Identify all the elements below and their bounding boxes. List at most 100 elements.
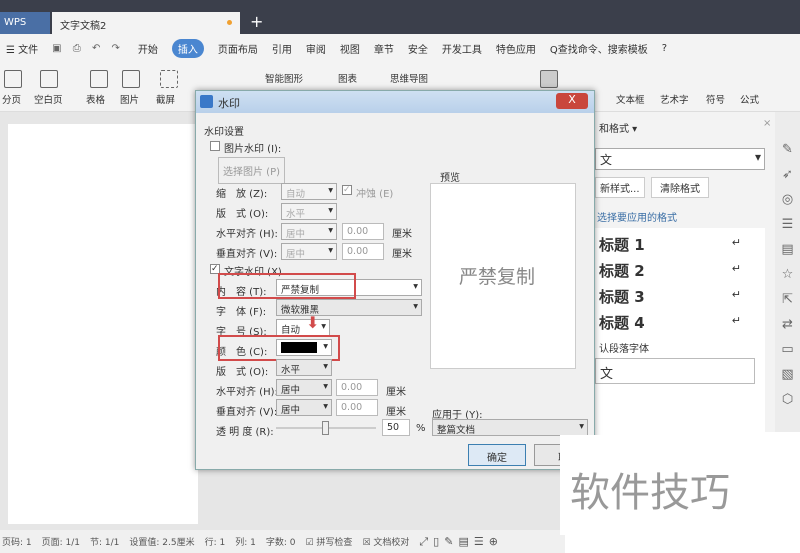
cursor-icon[interactable]: ➶ — [782, 167, 793, 182]
red-arrow-icon: ⬇ — [306, 313, 320, 332]
status-wordcount: 字数: 0 — [265, 538, 296, 548]
smart-art-button[interactable]: 智能图形 — [265, 71, 303, 85]
star-icon[interactable]: ☆ — [782, 267, 794, 282]
text-h-align-select[interactable]: 居中 — [276, 379, 332, 396]
font-label: 字 体 (F): — [216, 307, 267, 318]
table-button[interactable]: 表格 — [86, 92, 105, 106]
scale-select[interactable]: 自动 — [281, 183, 337, 200]
font-select[interactable]: 微软雅黑 — [276, 299, 422, 316]
archive-icon[interactable]: ▭ — [781, 342, 793, 357]
current-style-select[interactable]: 文 — [595, 148, 765, 170]
unit-label: 厘米 — [386, 387, 406, 398]
image-icon[interactable]: ▧ — [781, 367, 793, 382]
file-menu[interactable]: ☰ 文件 — [6, 41, 38, 56]
text-layout-label: 版 式 (O): — [216, 367, 269, 378]
style-heading-1[interactable]: 标题 1 — [599, 234, 645, 255]
status-page: 页码: 1 — [2, 538, 32, 548]
text-v-align-select[interactable]: 居中 — [276, 399, 332, 416]
style-heading-2[interactable]: 标题 2 — [599, 260, 645, 281]
wps-logo-icon — [200, 95, 213, 108]
menu-start[interactable]: 开始 — [138, 41, 158, 56]
pic-h-offset-input[interactable]: 0.00 — [342, 223, 384, 240]
backup-icon[interactable]: ⬡ — [782, 392, 793, 407]
close-icon[interactable]: × — [763, 118, 771, 129]
highlight-box — [218, 273, 356, 299]
choose-picture-button[interactable]: 选择图片 (P) — [218, 157, 286, 184]
close-button[interactable]: X — [556, 93, 588, 109]
textbox-button[interactable]: 文本框 — [616, 92, 645, 106]
search-command[interactable]: Q查找命令、搜索模板 — [550, 41, 648, 56]
menu-security[interactable]: 安全 — [408, 41, 428, 56]
wordart-button[interactable]: 艺术字 — [660, 92, 689, 106]
symbol-button[interactable]: 符号 — [706, 92, 725, 106]
menu-review[interactable]: 审阅 — [306, 41, 326, 56]
doc-proofread-button[interactable]: ☒ 文档校对 — [362, 535, 409, 548]
unsaved-dot-icon — [227, 20, 232, 25]
style-heading-3[interactable]: 标题 3 — [599, 286, 645, 307]
translate-icon[interactable]: ⇄ — [782, 317, 793, 332]
picture-button[interactable]: 图片 — [120, 92, 139, 106]
slider-thumb[interactable] — [322, 421, 329, 435]
ok-button[interactable]: 确定 — [468, 444, 526, 466]
document-tab[interactable]: 文字文稿2 — [52, 12, 240, 34]
pen-icon[interactable]: ✎ — [782, 142, 793, 157]
new-tab-button[interactable]: + — [250, 12, 263, 31]
unit-label: 厘米 — [386, 407, 406, 418]
text-v-offset-input[interactable]: 0.00 — [336, 399, 378, 416]
apply-to-select[interactable]: 整篇文档 — [432, 419, 588, 436]
menu-section[interactable]: 章节 — [374, 41, 394, 56]
style-body[interactable]: 文 — [595, 358, 755, 384]
pic-h-align-select[interactable]: 居中 — [281, 223, 337, 240]
menu-developer[interactable]: 开发工具 — [442, 41, 482, 56]
pic-v-align-select[interactable]: 居中 — [281, 243, 337, 260]
pic-v-offset-input[interactable]: 0.00 — [342, 243, 384, 260]
new-style-button[interactable]: 新样式... — [595, 177, 645, 198]
page-break-button[interactable]: 分页 — [2, 92, 21, 106]
help-button[interactable]: ? — [662, 43, 667, 54]
text-layout-select[interactable]: 水平 — [276, 359, 332, 376]
formula-button[interactable]: 公式 — [740, 92, 759, 106]
picture-watermark-checkbox[interactable] — [210, 141, 220, 151]
washout-checkbox[interactable]: 冲蚀 (E) — [356, 185, 393, 200]
blank-page-button[interactable]: 空白页 — [34, 92, 63, 106]
pic-layout-label: 版 式 (O): — [216, 209, 269, 220]
clear-format-button[interactable]: 清除格式 — [651, 177, 709, 198]
preview-box: 严禁复制 — [430, 183, 576, 369]
document-tab-label: 文字文稿2 — [60, 21, 107, 32]
percent-label: % — [416, 423, 426, 434]
wps-home-tab[interactable]: WPS — [0, 12, 50, 34]
style-hint: 选择要应用的格式 — [597, 213, 677, 224]
document-page[interactable] — [8, 124, 198, 524]
transparency-slider[interactable] — [276, 421, 376, 435]
mindmap-button[interactable]: 思维导图 — [390, 71, 428, 85]
gallery-icon[interactable]: ▤ — [781, 242, 793, 257]
spell-check-button[interactable]: ☑ 拼写检查 — [306, 535, 353, 548]
menu-layout[interactable]: 页面布局 — [218, 41, 258, 56]
screenshot-button[interactable]: 截屏 — [156, 92, 175, 106]
view-mode-icons[interactable]: ⤢▯✎▤☰⊕ — [419, 535, 503, 549]
status-row: 行: 1 — [204, 538, 226, 548]
screenshot-icon — [160, 70, 178, 88]
quick-access-toolbar[interactable]: ▣ ⎙ ↶ ↷ — [52, 43, 124, 54]
text-h-offset-input[interactable]: 0.00 — [336, 379, 378, 396]
transparency-input[interactable]: 50 — [382, 419, 410, 436]
shapes-icon[interactable]: ◎ — [782, 192, 793, 207]
watermark-icon[interactable] — [540, 70, 558, 88]
menu-features[interactable]: 特色应用 — [496, 41, 536, 56]
chart-button[interactable]: 图表 — [338, 71, 357, 85]
pic-layout-select[interactable]: 水平 — [281, 203, 337, 220]
menu-references[interactable]: 引用 — [272, 41, 292, 56]
watermark-overlay: 软件技巧 — [560, 435, 800, 535]
share-icon[interactable]: ⇱ — [782, 292, 793, 307]
status-bar: 页码: 1 页面: 1/1 节: 1/1 设置值: 2.5厘米 行: 1 列: … — [0, 530, 565, 553]
settings-icon[interactable]: ☰ — [782, 217, 794, 232]
dialog-title-bar[interactable]: 水印 — [196, 91, 594, 113]
menu-insert[interactable]: 插入 — [171, 38, 204, 58]
pic-v-align-label: 垂直对齐 (V): — [216, 249, 278, 260]
menu-bar: ☰ 文件 ▣ ⎙ ↶ ↷ 开始 插入 页面布局 引用 审阅 视图 章节 安全 开… — [0, 34, 800, 62]
style-default-font[interactable]: 认段落字体 — [599, 340, 649, 355]
menu-view[interactable]: 视图 — [340, 41, 360, 56]
style-heading-4[interactable]: 标题 4 — [599, 312, 645, 333]
status-setting: 设置值: 2.5厘米 — [129, 538, 195, 548]
size-select[interactable]: 自动 — [276, 319, 330, 336]
